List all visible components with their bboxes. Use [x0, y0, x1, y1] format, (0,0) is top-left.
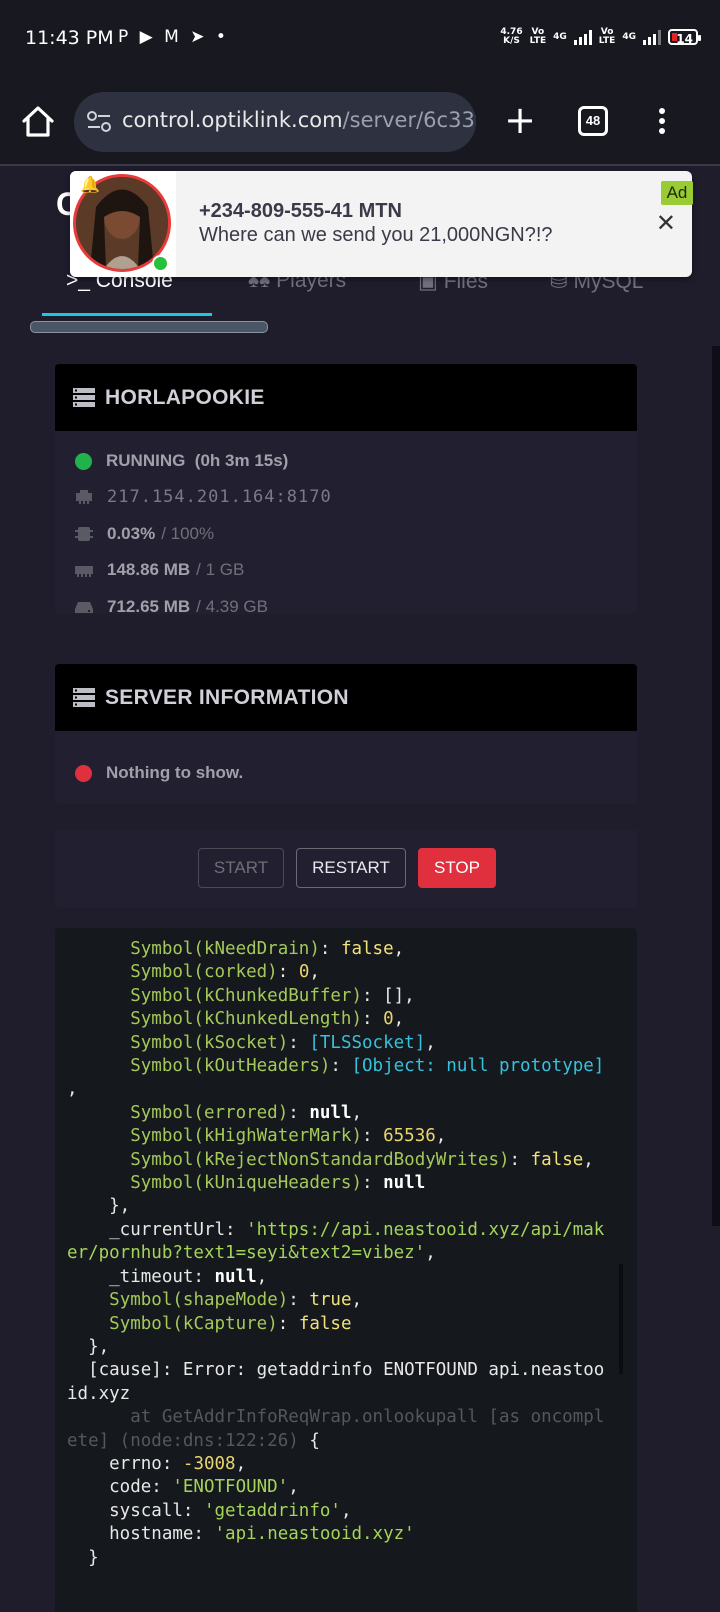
- status-text: RUNNING: [106, 451, 186, 470]
- network-icon: [76, 490, 92, 504]
- browser-menu-icon[interactable]: [652, 104, 672, 140]
- server-icon: [73, 687, 95, 707]
- console-line: ,: [67, 1079, 78, 1100]
- start-button[interactable]: START: [198, 848, 284, 888]
- status-dot-green: [75, 452, 92, 470]
- info-empty-row: Nothing to show.: [75, 763, 243, 783]
- volte-indicator-2: Vo LTE: [598, 27, 616, 46]
- ad-notification[interactable]: 🔔 +234-809-555-41 MTN Where can we send …: [70, 171, 692, 277]
- console-line: at GetAddrInfoReqWrap.onlookupall [as on…: [67, 1407, 605, 1428]
- console-line: Symbol(corked): 0,: [130, 962, 320, 983]
- status-dot-red: [75, 764, 92, 782]
- restart-button[interactable]: RESTART: [296, 848, 406, 888]
- battery-level: 14: [676, 32, 693, 46]
- server-status-card: HORLAPOOKIE RUNNING (0h 3m 15s) 217.154.…: [55, 364, 637, 614]
- system-indicators: 4.76 K/S Vo LTE 4G Vo LTE 4G 14: [500, 27, 701, 46]
- ad-badge: Ad: [661, 181, 693, 205]
- console-scrollbar[interactable]: [619, 1264, 623, 1374]
- console-line: [cause]: Error: getaddrinfo ENOTFOUND ap…: [67, 1360, 605, 1381]
- disk-row: 712.65 MB / 4.39 GB: [75, 597, 268, 614]
- server-icon: [73, 387, 95, 407]
- cpu-icon: [75, 527, 93, 541]
- console-line: Symbol(kNeedDrain): false,: [130, 939, 405, 959]
- disk-used: 712.65 MB: [107, 597, 191, 614]
- console-line: Symbol(kOutHeaders): [Object: null proto…: [130, 1056, 605, 1077]
- console-line: Symbol(shapeMode): true,: [109, 1290, 363, 1311]
- url-text: control.optiklink.com/server/6c33f2b: [122, 108, 476, 132]
- ram-row: 148.86 MB / 1 GB: [75, 560, 244, 580]
- console-line: Symbol(kChunkedBuffer): [],: [130, 985, 415, 1006]
- tab-switcher-button[interactable]: 48: [578, 106, 608, 136]
- console-line: Symbol(kSocket): [TLSSocket],: [130, 1032, 436, 1053]
- console-line: syscall: 'getaddrinfo',: [67, 1500, 352, 1521]
- page-content: C >_ Console ♠♠ Players ▣ Files ⛁ MySQL …: [0, 166, 720, 1612]
- console-line: Symbol(errored): null,: [130, 1102, 363, 1123]
- clock: 11:43 PM: [25, 27, 114, 49]
- console-line: Symbol(kHighWaterMark): 65536,: [130, 1126, 447, 1147]
- console-line: Symbol(kCapture): false: [109, 1313, 352, 1334]
- signal-icon-1: [573, 29, 592, 45]
- power-controls: START RESTART STOP: [55, 830, 637, 908]
- server-name: HORLAPOOKIE: [105, 385, 265, 409]
- console-line: ete] (node:dns:122:26) {: [67, 1430, 320, 1451]
- status-bar: 11:43 PM P ▶ M ➤ • 4.76 K/S Vo LTE 4G Vo LT…: [0, 0, 720, 80]
- browser-toolbar: control.optiklink.com/server/6c33f2b + 4…: [0, 80, 720, 166]
- ram-used: 148.86 MB: [107, 560, 191, 579]
- memory-icon: [75, 566, 93, 577]
- ad-title: +234-809-555-41 MTN: [199, 200, 402, 222]
- tabs-scrollbar[interactable]: [30, 321, 268, 333]
- ram-total: / 1 GB: [196, 560, 245, 579]
- console-lines: Symbol(kNeedDrain): false, Symbol(corked…: [55, 938, 637, 1570]
- console-line: _currentUrl: 'https://api.neastooid.xyz/…: [67, 1219, 605, 1240]
- active-tab-indicator: [42, 313, 212, 316]
- address-row: 217.154.201.164:8170: [75, 487, 332, 507]
- volte-indicator-1: Vo LTE: [529, 27, 547, 46]
- signal-icon-2: [643, 29, 661, 45]
- stop-button[interactable]: STOP: [418, 848, 496, 888]
- console-line: _timeout: null,: [67, 1266, 268, 1287]
- cpu-row: 0.03% / 100%: [75, 524, 214, 544]
- cpu-total: / 100%: [161, 524, 215, 543]
- network-speed: 4.76 K/S: [500, 27, 523, 46]
- battery-icon: 14: [668, 29, 701, 46]
- console-line: }: [67, 1547, 99, 1568]
- new-tab-button[interactable]: +: [500, 100, 540, 140]
- cpu-used: 0.03%: [107, 524, 156, 543]
- server-info-title: SERVER INFORMATION: [105, 685, 349, 709]
- home-icon[interactable]: [18, 102, 58, 142]
- network-type-1: 4G: [553, 31, 567, 42]
- uptime-text: (0h 3m 15s): [194, 451, 289, 470]
- site-settings-icon[interactable]: [86, 110, 112, 134]
- ad-message: Where can we send you 21,000NGN?!?: [199, 224, 553, 246]
- disk-icon: [75, 602, 93, 613]
- console-line: },: [67, 1336, 110, 1357]
- server-info-card-header: SERVER INFORMATION: [55, 664, 637, 731]
- status-row: RUNNING (0h 3m 15s): [75, 451, 288, 471]
- console-line: },: [67, 1196, 131, 1217]
- console-output[interactable]: Symbol(kNeedDrain): false, Symbol(corked…: [55, 928, 637, 1612]
- console-line: hostname: 'api.neastooid.xyz': [67, 1524, 415, 1545]
- notification-icons: P ▶ M ➤ •: [118, 27, 229, 47]
- bell-icon: 🔔: [80, 177, 100, 194]
- disk-total: / 4.39 GB: [196, 597, 268, 614]
- console-line: Symbol(kRejectNonStandardBodyWrites): fa…: [130, 1149, 594, 1170]
- console-line: Symbol(kUniqueHeaders): null: [130, 1173, 426, 1194]
- server-info-card: SERVER INFORMATION Nothing to show.: [55, 664, 637, 804]
- console-line: Symbol(kChunkedLength): 0,: [130, 1009, 405, 1030]
- console-line: er/pornhub?text1=seyi&text2=vibez',: [67, 1243, 436, 1264]
- page-scrollbar[interactable]: [712, 346, 720, 1226]
- server-status-card-header: HORLAPOOKIE: [55, 364, 637, 431]
- console-line: id.xyz: [67, 1383, 131, 1404]
- console-line: errno: -3008,: [67, 1453, 247, 1474]
- network-type-2: 4G: [622, 31, 636, 42]
- info-empty-message: Nothing to show.: [106, 763, 244, 782]
- address-bar[interactable]: control.optiklink.com/server/6c33f2b: [74, 92, 476, 152]
- online-indicator: [152, 255, 169, 272]
- ad-avatar-container: 🔔: [70, 171, 176, 277]
- close-icon[interactable]: ✕: [656, 209, 676, 237]
- console-line: code: 'ENOTFOUND',: [67, 1477, 299, 1498]
- server-address[interactable]: 217.154.201.164:8170: [107, 487, 332, 507]
